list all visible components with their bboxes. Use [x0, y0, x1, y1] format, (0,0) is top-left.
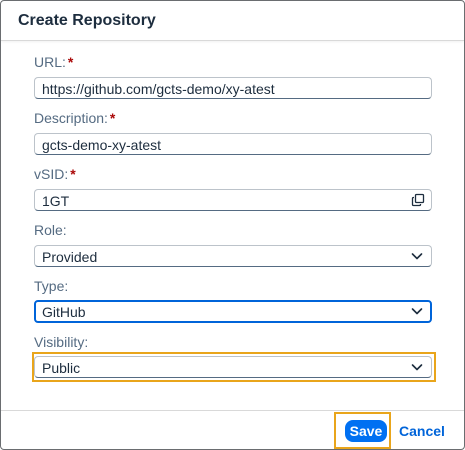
- save-button[interactable]: Save: [345, 420, 387, 442]
- chevron-down-icon[interactable]: [411, 251, 423, 261]
- type-select[interactable]: GitHub: [34, 300, 432, 323]
- vsid-required-mark: *: [70, 166, 76, 182]
- vsid-label: vSID: *: [34, 166, 76, 182]
- chevron-down-icon[interactable]: [411, 306, 423, 316]
- visibility-label: Visibility:: [34, 334, 88, 350]
- url-input[interactable]: https://github.com/gcts-demo/xy-atest: [34, 77, 432, 99]
- description-value: gcts-demo-xy-atest: [42, 137, 162, 153]
- type-value: GitHub: [42, 304, 86, 320]
- vsid-label-text: vSID:: [34, 166, 69, 182]
- description-required-mark: *: [109, 110, 116, 126]
- url-label-text: URL:: [34, 54, 66, 70]
- dialog-header: Create Repository: [1, 1, 464, 41]
- chevron-down-icon[interactable]: [411, 362, 423, 372]
- type-label-text: Type:: [34, 278, 69, 294]
- vsid-value: 1GT: [42, 193, 70, 209]
- description-label-text: Description:: [34, 110, 108, 126]
- copy-icon[interactable]: [411, 193, 425, 207]
- cancel-button[interactable]: Cancel: [394, 420, 450, 442]
- dialog-title: Create Repository: [18, 12, 156, 29]
- role-select[interactable]: Provided: [34, 245, 432, 267]
- visibility-label-text: Visibility:: [34, 334, 89, 350]
- vsid-input[interactable]: 1GT: [34, 189, 432, 211]
- url-required-mark: *: [67, 54, 74, 70]
- create-repository-dialog: Create Repository URL: * https://github.c…: [0, 0, 465, 450]
- role-value: Provided: [42, 249, 98, 265]
- type-label: Type:: [34, 278, 68, 294]
- url-label: URL: *: [34, 54, 73, 70]
- role-label-text: Role:: [34, 222, 67, 238]
- visibility-select[interactable]: Public: [34, 356, 432, 378]
- url-value: https://github.com/gcts-demo/xy-atest: [42, 81, 275, 97]
- role-label: Role:: [34, 222, 67, 238]
- description-label: Description: *: [34, 110, 115, 126]
- description-input[interactable]: gcts-demo-xy-atest: [34, 133, 432, 155]
- visibility-value: Public: [42, 360, 81, 376]
